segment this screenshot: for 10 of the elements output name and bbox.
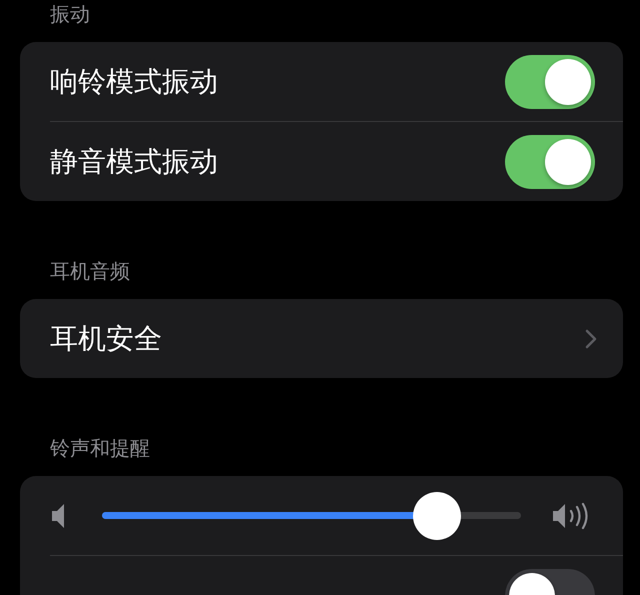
volume-slider[interactable] bbox=[102, 490, 521, 540]
section-header: 铃声和提醒 bbox=[49, 435, 151, 461]
setting-label: 静音模式振动 bbox=[50, 144, 219, 180]
setting-label: 响铃模式振动 bbox=[50, 64, 219, 100]
toggle-switch[interactable] bbox=[505, 54, 595, 108]
setting-label[interactable]: 耳机安全 bbox=[50, 320, 585, 358]
section-header: 耳机音频 bbox=[49, 258, 131, 284]
chevron-icon bbox=[585, 328, 597, 348]
toggle-switch[interactable] bbox=[505, 134, 595, 188]
section-header: 振动 bbox=[49, 1, 91, 27]
